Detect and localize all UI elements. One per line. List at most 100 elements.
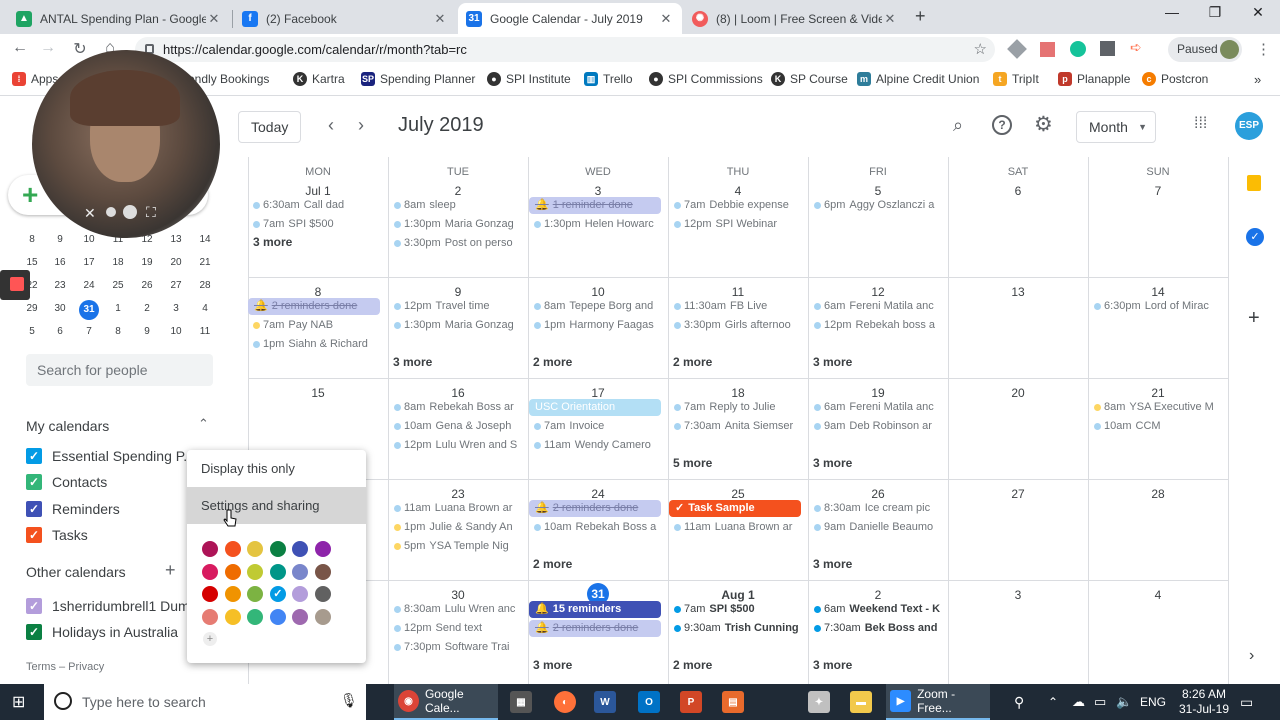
- people-icon[interactable]: ⚲: [1014, 690, 1024, 714]
- date-number[interactable]: 28: [1088, 487, 1228, 501]
- date-number[interactable]: 23: [388, 487, 528, 501]
- event-chip[interactable]: 3:30pm Post on perso: [389, 235, 521, 252]
- maximize-icon[interactable]: ❐: [1195, 4, 1235, 26]
- my-calendar-item[interactable]: ✓ Reminders: [26, 500, 120, 517]
- apps-grid-icon[interactable]: ⁞⁞⁞: [1194, 115, 1207, 133]
- taskbar-outlook[interactable]: O: [638, 690, 660, 714]
- close-icon[interactable]: ✕: [84, 205, 96, 222]
- taskbar-powerpoint[interactable]: P: [680, 690, 702, 714]
- extension-icon[interactable]: [1007, 39, 1027, 59]
- camera-size-large-icon[interactable]: [123, 205, 137, 219]
- taskbar-search[interactable]: Type here to search 🎙: [44, 684, 366, 720]
- more-events-link[interactable]: 3 more: [813, 658, 852, 672]
- event-chip[interactable]: 10am Rebekah Boss a: [529, 519, 661, 536]
- mini-calendar-day[interactable]: 4: [195, 303, 215, 314]
- event-chip[interactable]: 7:30am Bek Boss and: [809, 620, 941, 637]
- checkbox-icon[interactable]: ✓: [26, 624, 42, 640]
- other-calendar-item[interactable]: ✓ Holidays in Australia: [26, 624, 178, 640]
- star-icon[interactable]: ☆: [974, 37, 987, 62]
- reminder-chip[interactable]: 🔔 2 reminders done: [529, 620, 661, 637]
- taskbar-app[interactable]: ▤: [722, 690, 744, 714]
- bookmark-tripit[interactable]: t TripIt: [993, 72, 1039, 86]
- taskbar-word[interactable]: W: [594, 690, 616, 714]
- more-events-link[interactable]: 3 more: [253, 235, 292, 249]
- tab-loom[interactable]: ✺ (8) | Loom | Free Screen & Video ✕: [684, 3, 906, 34]
- mini-calendar-day[interactable]: 25: [108, 280, 128, 291]
- reload-icon[interactable]: ↻: [70, 39, 90, 59]
- event-chip[interactable]: 7am Debbie expense: [669, 197, 801, 214]
- taskbar-zoom[interactable]: ▶ Zoom - Free...: [886, 684, 990, 720]
- mini-calendar-day[interactable]: 9: [137, 326, 157, 337]
- color-swatch[interactable]: [315, 608, 331, 625]
- more-events-link[interactable]: 2 more: [533, 557, 572, 571]
- event-chip[interactable]: 1:30pm Maria Gonzag: [389, 317, 521, 334]
- color-swatch[interactable]: [315, 541, 331, 557]
- mini-calendar-today[interactable]: 31: [79, 300, 99, 320]
- date-number[interactable]: 12: [808, 285, 948, 299]
- event-chip[interactable]: 7:30pm Software Trai: [389, 639, 521, 656]
- people-search-input[interactable]: Search for people: [26, 354, 213, 386]
- checkbox-icon[interactable]: ✓: [26, 448, 42, 464]
- color-swatch[interactable]: [292, 541, 309, 557]
- custom-color-icon[interactable]: +: [203, 632, 217, 646]
- close-icon[interactable]: ✕: [882, 11, 898, 27]
- more-events-link[interactable]: 3 more: [393, 355, 432, 369]
- event-chip[interactable]: 9am Deb Robinson ar: [809, 418, 941, 435]
- event-chip[interactable]: 11:30am FB Live: [669, 298, 801, 315]
- event-chip[interactable]: 7:30am Anita Siemser: [669, 418, 801, 435]
- my-calendars-header[interactable]: My calendars: [26, 418, 109, 434]
- mini-calendar-day[interactable]: 3: [166, 303, 186, 314]
- volume-icon[interactable]: 🔈: [1116, 690, 1132, 714]
- camera-size-small-icon[interactable]: [106, 207, 116, 217]
- event-chip[interactable]: 11am Wendy Camero: [529, 437, 661, 454]
- window-close-icon[interactable]: ✕: [1238, 4, 1278, 26]
- windows-start-icon[interactable]: ⊞: [12, 690, 25, 714]
- event-chip[interactable]: 7am SPI $500: [669, 601, 801, 618]
- mini-calendar-day[interactable]: 6: [50, 326, 70, 337]
- date-number[interactable]: 21: [1088, 386, 1228, 400]
- reminder-chip[interactable]: 🔔 15 reminders: [529, 601, 661, 618]
- color-swatch[interactable]: [224, 563, 241, 580]
- add-addon-icon[interactable]: +: [1248, 307, 1260, 330]
- mini-calendar-day[interactable]: 13: [166, 234, 186, 245]
- date-number[interactable]: 18: [668, 386, 808, 400]
- footer-links[interactable]: Terms – Privacy: [26, 661, 104, 673]
- other-calendar-item[interactable]: ✓ 1sherridumbrell1 Dumb: [26, 598, 198, 614]
- event-chip[interactable]: 8am YSA Executive M: [1089, 399, 1221, 416]
- microphone-icon[interactable]: 🎙: [340, 692, 358, 709]
- more-events-link[interactable]: 5 more: [673, 456, 712, 470]
- event-chip[interactable]: 8:30am Lulu Wren anc: [389, 601, 521, 618]
- date-number[interactable]: 3: [948, 588, 1088, 602]
- mini-calendar-day[interactable]: 11: [195, 326, 215, 337]
- event-chip[interactable]: 7am Pay NAB: [248, 317, 380, 334]
- date-number[interactable]: 7: [1088, 184, 1228, 198]
- color-swatch[interactable]: [202, 586, 218, 602]
- bookmark-spi-commissions[interactable]: ● SPI Commissions: [649, 72, 763, 86]
- color-swatch[interactable]: [315, 586, 331, 602]
- event-chip[interactable]: 11am Luana Brown ar: [669, 519, 801, 536]
- color-swatch[interactable]: [224, 608, 241, 625]
- mini-calendar-day[interactable]: 28: [195, 280, 215, 291]
- checkbox-icon[interactable]: ✓: [26, 500, 42, 517]
- event-chip[interactable]: 10am Gena & Joseph: [389, 418, 521, 435]
- color-swatch[interactable]: [269, 541, 286, 557]
- reminder-chip[interactable]: 🔔 2 reminders done: [529, 500, 661, 517]
- event-chip[interactable]: 6am Weekend Text - K: [809, 601, 941, 618]
- battery-icon[interactable]: ▭: [1094, 690, 1106, 714]
- tab-google-calendar[interactable]: 31 Google Calendar - July 2019 ✕: [458, 3, 682, 34]
- date-number[interactable]: 10: [528, 285, 668, 299]
- event-chip[interactable]: 8am Tepepe Borg and: [529, 298, 661, 315]
- color-swatch[interactable]: [247, 541, 264, 557]
- event-chip[interactable]: 7am SPI $500: [248, 216, 380, 233]
- bookmark-apps[interactable]: ⁞ Apps: [12, 72, 58, 86]
- mini-calendar-day[interactable]: 19: [137, 257, 157, 268]
- mini-calendar-day[interactable]: 7: [79, 326, 99, 337]
- date-number[interactable]: 20: [948, 386, 1088, 400]
- reminder-chip[interactable]: 🔔 2 reminders done: [248, 298, 380, 315]
- mini-calendar-day[interactable]: 10: [166, 326, 186, 337]
- settings-and-sharing-item[interactable]: Settings and sharing: [187, 487, 366, 524]
- bookmark-kartra[interactable]: K Kartra: [293, 72, 345, 86]
- event-chip[interactable]: 3:30pm Girls afternoo: [669, 317, 801, 334]
- color-swatch[interactable]: [202, 608, 218, 625]
- date-number[interactable]: Aug 1: [668, 588, 808, 602]
